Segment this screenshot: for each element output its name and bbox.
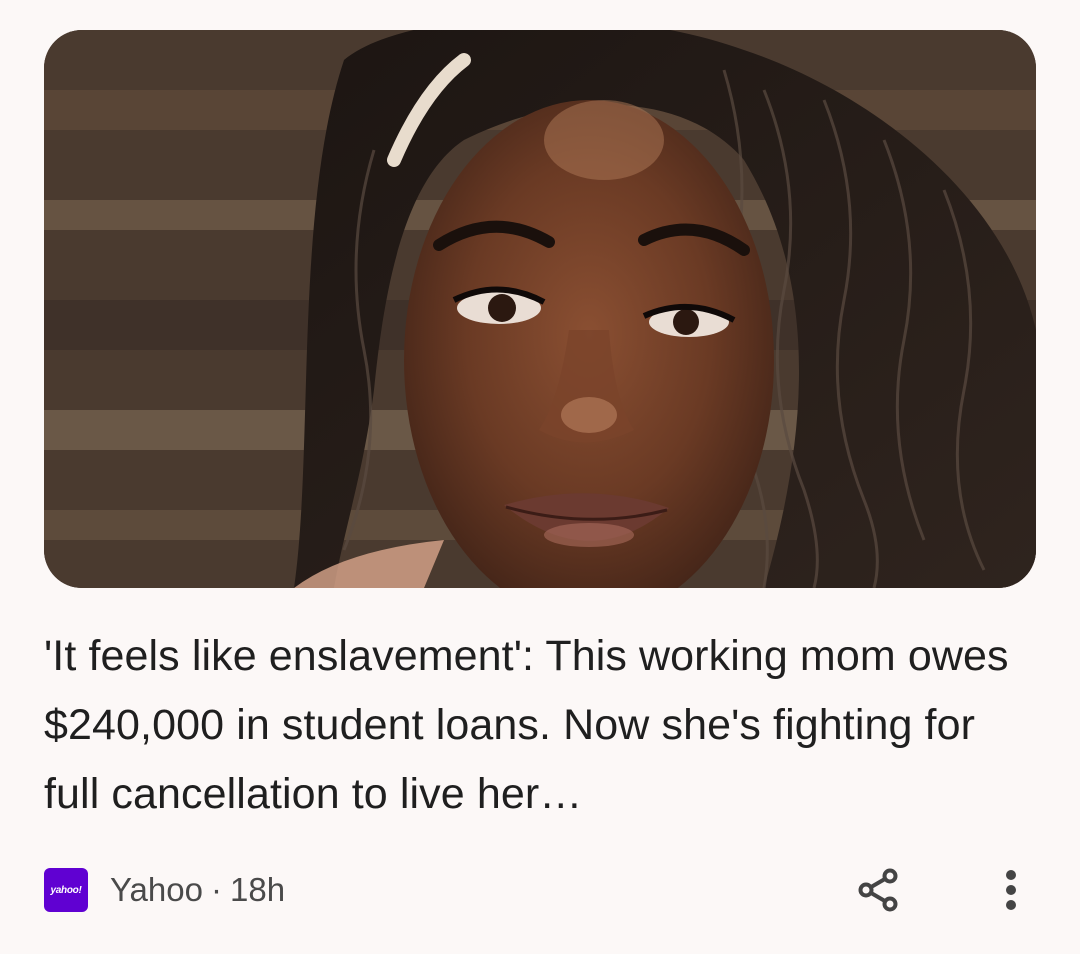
more-options-button[interactable]: [990, 866, 1032, 918]
article-thumbnail[interactable]: [44, 30, 1036, 588]
share-button[interactable]: [852, 866, 904, 918]
article-age: 18h: [229, 871, 286, 908]
article-meta: yahoo! Yahoo · 18h: [44, 866, 285, 914]
more-vert-icon: [1004, 869, 1018, 916]
yahoo-logo: yahoo!: [44, 868, 88, 912]
article-headline[interactable]: 'It feels like enslavement': This workin…: [44, 622, 1036, 829]
news-card[interactable]: 'It feels like enslavement': This workin…: [0, 0, 1080, 954]
source-name: Yahoo: [110, 871, 203, 908]
portrait-image: [44, 30, 1036, 588]
share-icon: [856, 867, 900, 918]
meta-separator: ·: [210, 871, 222, 908]
